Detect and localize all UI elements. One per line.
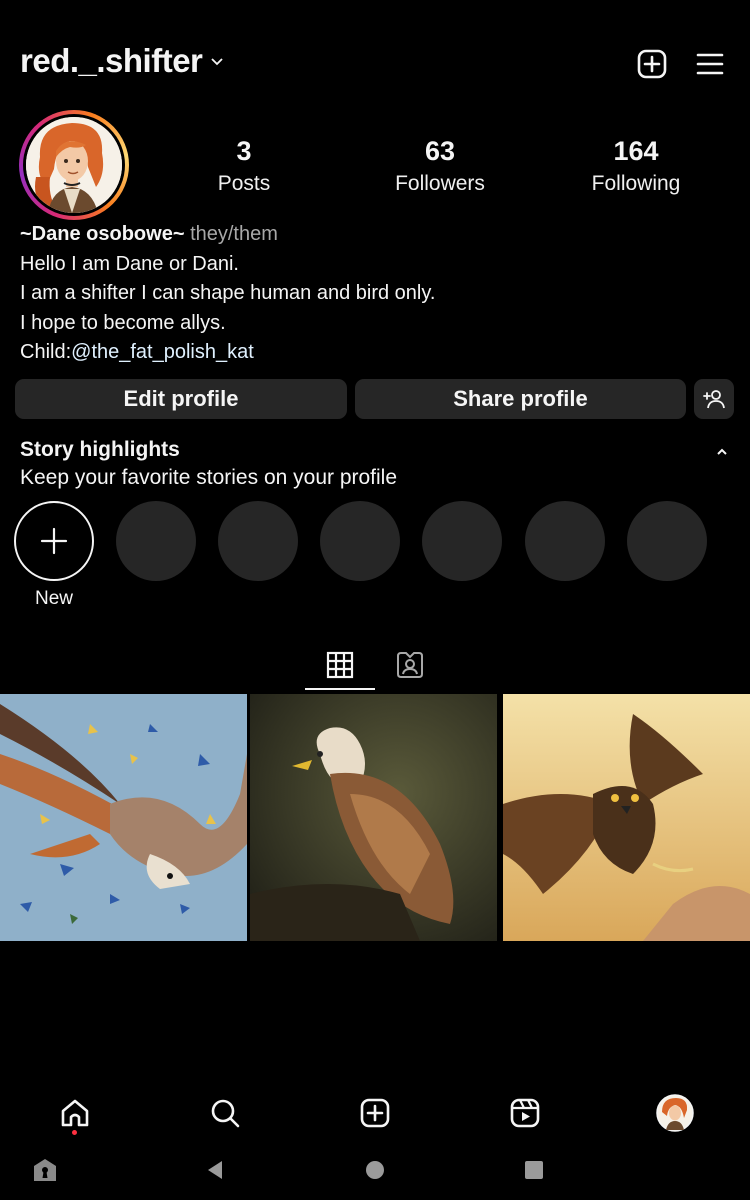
tagged-icon — [397, 652, 423, 678]
plus-icon — [40, 527, 68, 555]
chevron-down-icon — [211, 58, 224, 66]
profile-avatar[interactable] — [19, 110, 129, 220]
followers-count[interactable]: 63 Followers — [360, 135, 520, 201]
followers-value: 63 — [424, 136, 456, 166]
bio-line: Hello I am Dane or Dani. — [20, 252, 239, 275]
avatar-illustration — [26, 117, 122, 213]
followers-label: Followers — [395, 172, 485, 195]
home-icon[interactable] — [54, 1092, 96, 1134]
discover-people-button[interactable] — [694, 379, 734, 419]
new-highlight-label: New — [34, 588, 73, 609]
posts-value: 3 — [236, 136, 252, 166]
post-thumbnail[interactable] — [0, 694, 247, 941]
highlight-placeholder — [116, 501, 196, 581]
following-label: Following — [591, 172, 681, 195]
username: red._.shifter — [20, 42, 203, 79]
highlight-placeholder — [627, 501, 707, 581]
highlight-placeholder — [422, 501, 502, 581]
notification-dot — [72, 1130, 77, 1135]
search-icon[interactable] — [204, 1092, 246, 1134]
kite-painting — [250, 694, 497, 941]
bio: ~Dane osobowe~ they/them Hello I am Dane… — [20, 220, 435, 368]
menu-icon[interactable] — [690, 44, 730, 84]
highlights-title: Story highlights — [20, 438, 180, 461]
highlights-subtitle: Keep your favorite stories on your profi… — [20, 466, 398, 489]
keyhole-icon[interactable] — [27, 1152, 63, 1188]
following-count[interactable]: 164 Following — [556, 135, 716, 201]
bio-line: I am a shifter I can shape human and bir… — [20, 282, 436, 304]
posts-label: Posts — [217, 172, 271, 195]
share-profile-button[interactable]: Share profile — [355, 379, 686, 419]
home-dot-icon[interactable] — [357, 1152, 393, 1188]
highlight-placeholder — [320, 501, 400, 581]
edit-profile-button[interactable]: Edit profile — [15, 379, 347, 419]
bio-mention-link[interactable]: @the_fat_polish_kat — [71, 341, 254, 363]
tab-posts-grid[interactable] — [305, 640, 375, 690]
username-dropdown[interactable]: red._.shifter — [20, 42, 224, 80]
post-thumbnail[interactable] — [503, 694, 750, 941]
profile-avatar[interactable] — [654, 1092, 696, 1134]
pronouns: they/them — [190, 223, 278, 245]
add-person-icon — [703, 390, 725, 409]
bio-line: I hope to become allys. — [20, 311, 226, 334]
new-highlight-button[interactable] — [14, 501, 94, 581]
active-tab-indicator — [305, 688, 375, 690]
plus-square-icon[interactable] — [632, 44, 672, 84]
kestrel-painting — [0, 694, 247, 941]
following-value: 164 — [613, 136, 659, 166]
recents-icon[interactable] — [516, 1152, 552, 1188]
bio-child-label: Child: — [20, 341, 72, 363]
hawk-painting — [503, 694, 750, 941]
back-icon[interactable] — [197, 1152, 233, 1188]
chevron-up-icon[interactable] — [712, 442, 732, 462]
reels-icon[interactable] — [504, 1092, 546, 1134]
create-icon[interactable] — [354, 1092, 396, 1134]
highlight-placeholder — [218, 501, 298, 581]
grid-icon — [326, 651, 354, 679]
posts-count[interactable]: 3 Posts — [164, 135, 324, 201]
post-thumbnail[interactable] — [250, 694, 497, 941]
display-name: ~Dane osobowe~ — [20, 223, 185, 245]
tab-tagged[interactable] — [375, 640, 445, 690]
highlight-placeholder — [525, 501, 605, 581]
